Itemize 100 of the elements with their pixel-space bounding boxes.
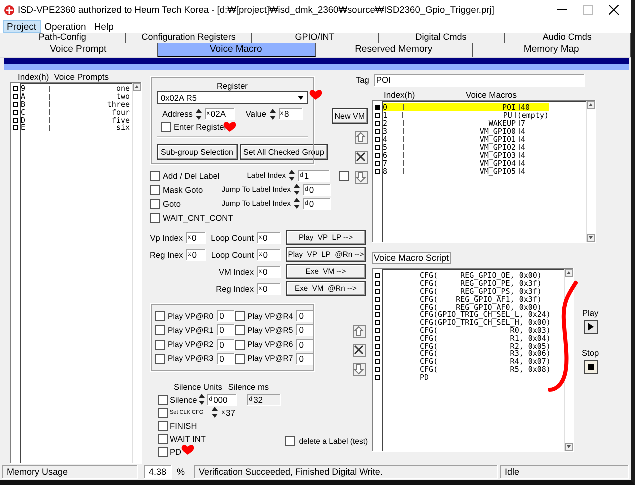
close-icon[interactable] [609, 5, 619, 15]
close-icon[interactable] [355, 151, 368, 164]
play-icon[interactable] [584, 320, 598, 334]
checkbox-label: WAIT INT [170, 434, 206, 444]
stop-label: Stop [582, 348, 600, 358]
field-label: Loop Count [210, 232, 254, 242]
spinner-icon[interactable] [199, 394, 206, 405]
stop-icon[interactable] [584, 360, 598, 374]
down-arrow-icon[interactable] [353, 363, 366, 376]
input-field[interactable]: 0 [216, 324, 235, 336]
field-label: Loop Count [210, 250, 254, 260]
spinner-icon[interactable] [196, 108, 202, 120]
list-marker-icon [375, 104, 380, 110]
group-title: Register [216, 81, 249, 91]
checkbox[interactable] [158, 446, 168, 456]
list-marker-icon [13, 125, 18, 130]
play-label: Play [582, 308, 599, 318]
spinner-icon[interactable] [294, 198, 300, 209]
list-marker-icon [375, 160, 380, 166]
field-label: VM Index [218, 266, 254, 276]
column-header: Voice Macros [466, 90, 518, 100]
close-icon[interactable] [353, 344, 366, 357]
menu-item[interactable]: Project [3, 20, 41, 33]
action-button[interactable]: Set All Checked Group [240, 144, 328, 160]
spinner-icon[interactable] [294, 184, 300, 195]
scroll-down-icon[interactable] [565, 443, 573, 451]
up-arrow-icon[interactable] [353, 325, 366, 338]
list-marker-icon [375, 168, 380, 174]
field-label: Reg Inex [150, 250, 184, 260]
list-marker-icon [375, 152, 380, 158]
spinner-icon[interactable] [212, 407, 218, 418]
tag-field[interactable]: POI [374, 74, 586, 86]
action-button[interactable]: Sub-group Selection [157, 144, 238, 160]
checkbox[interactable] [150, 170, 160, 180]
list-marker-icon [13, 102, 18, 107]
input-field[interactable]: 0 [296, 338, 314, 351]
tab[interactable]: Reserved Memory [316, 43, 474, 57]
field-label: Tag [356, 75, 370, 85]
checkbox[interactable] [285, 436, 296, 446]
input-field[interactable]: 0 [216, 310, 235, 322]
column-header: Silence ms [228, 382, 269, 392]
list-marker-icon [13, 118, 18, 123]
list-marker-icon [13, 110, 18, 115]
checkbox[interactable] [155, 325, 165, 336]
spinner-icon[interactable] [289, 170, 295, 181]
down-arrow-icon[interactable] [355, 171, 368, 184]
checkbox[interactable] [150, 198, 160, 208]
window-title: ISD-VPE2360 authorized to Heum Tech Korea - [d:₩[project]₩isd_dmk_2360₩source₩ISD2360_Gpio_Trigger.prj] [18, 5, 496, 15]
column-header: Index(h) [384, 90, 416, 100]
checkbox[interactable] [158, 434, 168, 444]
input-field[interactable]: 0 [216, 338, 235, 351]
tab[interactable]: Path-Config [0, 33, 126, 43]
scroll-down-icon[interactable] [587, 234, 595, 242]
checkbox-label: Silence [170, 394, 198, 404]
status-text: % [176, 466, 186, 479]
register-dropdown[interactable]: 0x02A R5 [157, 91, 308, 104]
checkbox-label: FINISH [170, 420, 198, 430]
scroll-up-icon[interactable] [565, 269, 573, 277]
status-value: 4.38 [144, 465, 172, 479]
tab[interactable]: Digital Cmds [378, 33, 505, 43]
checkbox-label: Add / Del Label [163, 170, 221, 180]
checkbox[interactable] [150, 184, 160, 194]
list-marker-icon [13, 86, 18, 92]
input-field[interactable]: 0 [296, 352, 314, 365]
new-vm-button[interactable]: New VM [332, 108, 368, 124]
checkbox[interactable] [161, 122, 171, 132]
status-message: Verification Succeeded, Finished Digital Write. [194, 465, 498, 479]
checkbox[interactable] [158, 408, 168, 418]
input-field[interactable]: 0 [296, 324, 314, 336]
up-arrow-icon[interactable] [355, 131, 368, 144]
checkbox[interactable] [155, 340, 165, 350]
input-field[interactable]: 0 [296, 310, 314, 322]
checkbox[interactable] [155, 354, 165, 364]
column-header: Index(h) [18, 73, 50, 82]
list-marker-icon [375, 112, 380, 118]
tab[interactable]: Voice Macro [158, 43, 316, 57]
checkbox[interactable] [234, 354, 245, 364]
checkbox[interactable] [339, 170, 349, 180]
tab[interactable]: Memory Map [473, 43, 631, 57]
checkbox-label: WAIT_CNT_CONT [163, 212, 234, 222]
scroll-up-icon[interactable] [587, 101, 595, 109]
tab[interactable]: Audio Cmds [504, 33, 631, 43]
app-logo-icon [4, 4, 15, 16]
checkbox[interactable] [158, 420, 168, 430]
checkbox[interactable] [234, 325, 245, 336]
scroll-up-icon[interactable] [133, 83, 141, 91]
section-label: Voice Macro Script [372, 252, 452, 264]
checkbox[interactable] [150, 212, 160, 222]
menu-item[interactable]: Operation [40, 20, 90, 33]
spinner-icon[interactable] [270, 108, 276, 120]
checkbox-label: PD [170, 446, 182, 456]
input-field[interactable]: 0 [216, 352, 235, 365]
list-marker-icon [375, 120, 380, 126]
checkbox[interactable] [234, 311, 245, 322]
menu-item[interactable]: Help [90, 20, 118, 33]
field-label: Reg Index [215, 284, 254, 294]
checkbox[interactable] [155, 311, 165, 322]
checkbox[interactable] [158, 394, 168, 404]
checkbox[interactable] [234, 340, 245, 350]
column-header: Silence Units [174, 382, 222, 392]
